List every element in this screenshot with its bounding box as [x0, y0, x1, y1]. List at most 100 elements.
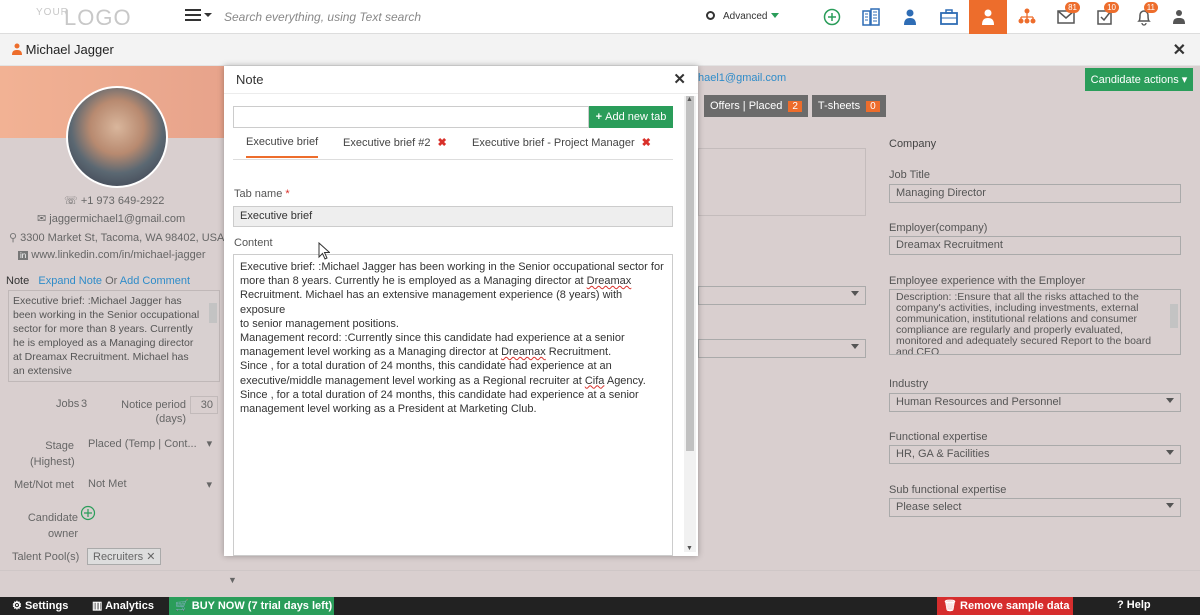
add-owner-icon[interactable]: [80, 505, 96, 524]
email[interactable]: ✉ jaggermichael1@gmail.com: [37, 212, 185, 225]
record-header: Michael Jagger ✕: [0, 34, 1200, 66]
job-title-input[interactable]: Managing Director: [889, 184, 1181, 203]
notifications-count-badge: 11: [1143, 2, 1158, 13]
gear-icon: ⚙: [12, 600, 22, 612]
content-editor[interactable]: Executive brief: :Michael Jagger has bee…: [233, 254, 673, 556]
modal-scrollbar-thumb[interactable]: [686, 96, 694, 451]
briefcase-icon[interactable]: [930, 0, 968, 34]
tab-offers-placed[interactable]: Offers | Placed 2: [704, 95, 808, 117]
note-preview[interactable]: Executive brief: :Michael Jagger has bee…: [8, 290, 220, 382]
delete-tab-icon[interactable]: ✖: [642, 137, 651, 149]
chevron-down-icon: [851, 291, 859, 300]
talent-pool-chip[interactable]: Recruiters ✕: [87, 548, 162, 565]
employer-input[interactable]: Dreamax Recruitment: [889, 236, 1181, 255]
or-text: Or: [105, 275, 118, 287]
tab-tsheets[interactable]: T-sheets 0: [811, 95, 886, 117]
functional-select[interactable]: HR, GA & Facilities: [889, 445, 1181, 464]
content-line: management level working as a President …: [240, 403, 537, 416]
experience-scrollbar[interactable]: [1170, 304, 1178, 328]
candidate-icon[interactable]: [969, 0, 1007, 34]
owner-label: Candidate owner: [27, 512, 78, 540]
chevron-down-icon: [1166, 450, 1174, 459]
phone[interactable]: ☏ +1 973 649-2922: [64, 194, 164, 207]
content-label: Content: [234, 237, 273, 249]
add-new-tab-button[interactable]: + Add new tab: [589, 106, 673, 128]
chart-icon: ▥: [92, 600, 103, 612]
content-line: Executive brief: :Michael Jagger has bee…: [240, 261, 664, 273]
select-field-1[interactable]: [698, 286, 866, 305]
analytics-label: Analytics: [105, 600, 154, 612]
talent-pool-label: Talent Pool(s): [12, 551, 80, 563]
buy-now-button[interactable]: 🛒 BUY NOW (7 trial days left): [169, 597, 334, 615]
employer-label: Employer(company): [889, 222, 988, 234]
menu-icon[interactable]: [185, 9, 212, 23]
tab-executive-brief-2[interactable]: Executive brief #2 ✖: [343, 136, 447, 149]
industry-select[interactable]: Human Resources and Personnel: [889, 393, 1181, 412]
chevron-down-icon[interactable]: ▼: [686, 545, 693, 552]
content-line: Management record: :Currently since this…: [240, 332, 625, 345]
chevron-down-icon: ▾: [206, 479, 212, 491]
note-modal: Note ✕ + Add new tab Executive brief Exe…: [224, 66, 698, 556]
note-preview-text: Executive brief: :Michael Jagger has bee…: [13, 295, 200, 377]
candidate-name: Michael Jagger: [25, 42, 114, 57]
stage-label: Stage (Highest): [30, 440, 75, 468]
address-box[interactable]: [698, 148, 866, 216]
chevron-down-icon: ▾: [1181, 74, 1188, 86]
candidate-actions-label: Candidate actions: [1090, 73, 1179, 86]
met-select[interactable]: Not Met ▾: [88, 478, 212, 491]
linkedin[interactable]: in www.linkedin.com/in/michael-jagger: [18, 249, 206, 261]
chevron-down-icon: ▾: [206, 438, 213, 450]
tab-executive-brief-pm[interactable]: Executive brief - Project Manager ✖: [472, 136, 651, 149]
remove-sample-data-button[interactable]: 🗑 Remove sample data: [937, 597, 1073, 615]
phone-icon: ☏: [64, 195, 78, 207]
linkedin-text: www.linkedin.com/in/michael-jagger: [31, 249, 206, 261]
tasks-icon[interactable]: 10: [1086, 0, 1124, 34]
analytics-button[interactable]: ▥ Analytics: [92, 599, 154, 612]
industry-label: Industry: [889, 378, 929, 390]
question-icon: ?: [1117, 599, 1124, 611]
notice-period-input[interactable]: 30: [190, 396, 218, 414]
expand-note-link[interactable]: Expand Note: [38, 275, 102, 287]
offers-label: Offers | Placed: [710, 100, 783, 112]
contact-icon[interactable]: [891, 0, 929, 34]
help-button[interactable]: ? Help: [1117, 599, 1151, 611]
bell-icon[interactable]: 11: [1125, 0, 1163, 34]
stage-value: Placed (Temp | Cont...: [88, 438, 197, 450]
org-chart-icon[interactable]: [1008, 0, 1046, 34]
email-text: jaggermichael1@gmail.com: [49, 213, 186, 225]
mail-icon[interactable]: 81: [1047, 0, 1085, 34]
close-icon[interactable]: ✕: [673, 70, 686, 88]
chevron-down-icon[interactable]: ▼: [228, 575, 237, 585]
delete-tab-icon[interactable]: ✖: [437, 137, 446, 149]
remove-icon[interactable]: ✕: [146, 551, 155, 563]
new-tab-input[interactable]: [233, 106, 589, 128]
note-scrollbar[interactable]: [209, 303, 217, 323]
logo-brand: LOGO: [64, 5, 132, 30]
email-link[interactable]: hael1@gmail.com: [698, 72, 786, 84]
add-circle-icon[interactable]: [813, 0, 851, 34]
jobs-count[interactable]: 3: [81, 398, 87, 410]
subfunctional-label: Sub functional expertise: [889, 484, 1007, 496]
chevron-up-icon[interactable]: ▲: [686, 96, 693, 103]
chevron-down-icon: [1166, 398, 1174, 407]
tab-executive-brief[interactable]: Executive brief: [246, 136, 319, 158]
subfunctional-select[interactable]: Please select: [889, 498, 1181, 517]
modal-scrollbar[interactable]: ▲ ▼: [684, 96, 696, 552]
add-comment-link[interactable]: Add Comment: [120, 275, 190, 287]
experience-textarea[interactable]: Description: :Ensure that all the risks …: [889, 289, 1181, 355]
select-field-2[interactable]: [698, 339, 866, 358]
stage-select[interactable]: Placed (Temp | Cont... ▾: [88, 437, 212, 450]
buildings-icon[interactable]: [852, 0, 890, 34]
user-menu-icon[interactable]: [1160, 0, 1198, 34]
notice-period-label: Notice period (days): [121, 399, 186, 425]
advanced-search-toggle[interactable]: Advanced: [706, 11, 780, 22]
tab-name-input[interactable]: Executive brief: [233, 206, 673, 227]
content-line: to senior management positions.: [240, 317, 399, 330]
settings-button[interactable]: ⚙ Settings: [12, 599, 68, 612]
search-input[interactable]: Search everything, using Text search: [224, 10, 421, 24]
advanced-label: Advanced: [723, 11, 768, 22]
candidate-actions-button[interactable]: Candidate actions ▾: [1085, 68, 1193, 91]
functional-label: Functional expertise: [889, 431, 988, 443]
location-icon: ⚲: [9, 232, 18, 244]
close-icon[interactable]: ✕: [1173, 40, 1186, 60]
